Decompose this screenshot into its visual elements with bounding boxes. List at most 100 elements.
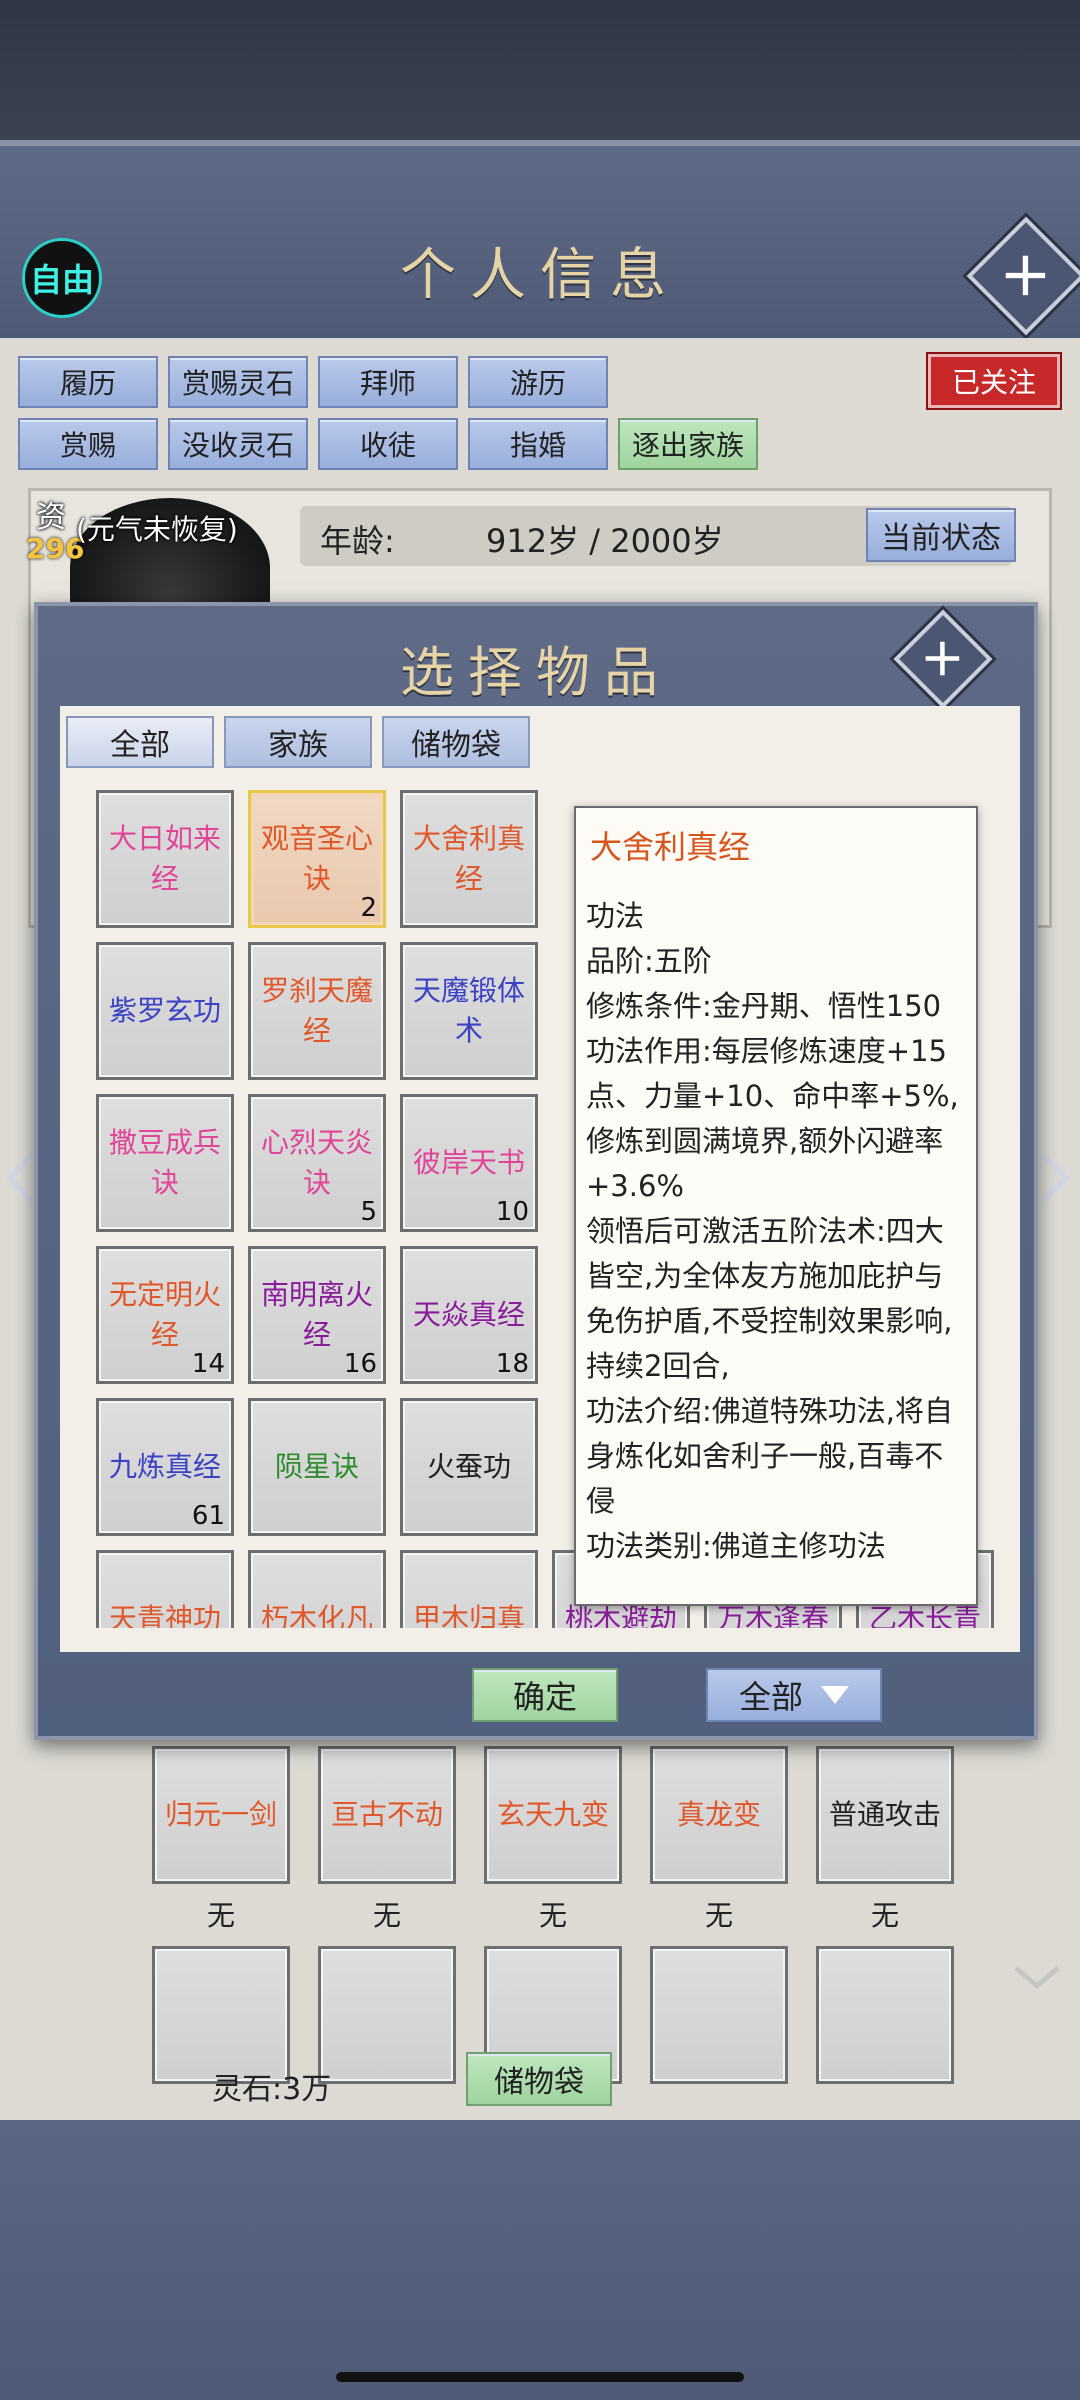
skill-slot-status: 无 [704, 1899, 733, 1932]
skill-slot-status: 无 [870, 1899, 899, 1932]
item-name: 火蚕功 [426, 1450, 511, 1483]
skill-slot-status: 无 [538, 1899, 567, 1932]
page-title: 个人信息 [400, 243, 680, 308]
confiscate-stone-button[interactable]: 没收灵石 [168, 418, 308, 470]
empty-skill-slot[interactable] [650, 1946, 788, 2084]
item-name: 罗刹天魔经 [260, 974, 373, 1047]
item-tooltip: 大舍利真经 功法 品阶:五阶 修炼条件:金丹期、悟性150 功法作用:每层修炼速… [574, 806, 978, 1606]
close-icon: ✕ [987, 237, 1065, 315]
item-cell[interactable]: 撒豆成兵诀 [96, 1094, 234, 1232]
item-cell[interactable]: 九炼真经 61 [96, 1398, 234, 1536]
item-cell[interactable]: 南明离火经 16 [248, 1246, 386, 1384]
followed-badge[interactable]: 已关注 [926, 352, 1062, 410]
item-name: 天魔锻体术 [412, 974, 525, 1047]
skill-slot[interactable]: 真龙变 [650, 1746, 788, 1884]
item-cell[interactable]: 天魔锻体术 [400, 942, 538, 1080]
item-count: 18 [495, 1349, 529, 1379]
confirm-button[interactable]: 确定 [472, 1668, 618, 1722]
item-cell[interactable]: 罗刹天魔经 [248, 942, 386, 1080]
empty-skill-slot[interactable] [318, 1946, 456, 2084]
item-area: 全部 家族 储物袋 大日如来经 观音圣心诀 2 大舍利真经紫罗玄功 罗刹天魔经 天魔锻体术… [60, 706, 1020, 1652]
take-disciple-button[interactable]: 收徒 [318, 418, 458, 470]
item-cell[interactable]: 紫罗玄功 [96, 942, 234, 1080]
item-cell[interactable]: 大舍利真经 [400, 790, 538, 928]
storage-bag-button[interactable]: 储物袋 [466, 2052, 612, 2106]
bottom-bar [0, 2120, 1080, 2400]
skill-slot[interactable]: 归元一剑 [152, 1746, 290, 1884]
skill-bar: 归元一剑 亘古不动 玄天九变 真龙变 普通攻击 无 无 无 无 无 [152, 1746, 954, 2084]
skill-name: 真龙变 [676, 1798, 761, 1831]
tooltip-title: 大舍利真经 [590, 828, 751, 866]
next-arrow-icon[interactable] [1036, 1148, 1072, 1208]
skill-name: 普通攻击 [828, 1798, 941, 1831]
tab-family[interactable]: 家族 [224, 716, 372, 768]
item-count: 16 [343, 1349, 377, 1379]
travel-button[interactable]: 游历 [468, 356, 608, 408]
item-name: 天青神功 [108, 1602, 221, 1628]
item-name: 陨星诀 [274, 1450, 359, 1483]
skill-slot-status: 无 [206, 1899, 235, 1932]
current-status-button[interactable]: 当前状态 [866, 508, 1016, 562]
item-name: 大舍利真经 [412, 822, 525, 895]
item-name: 紫罗玄功 [108, 994, 221, 1027]
empty-skill-slot[interactable] [816, 1946, 954, 2084]
modal-title: 选择物品 [400, 641, 672, 704]
item-cell[interactable]: 观音圣心诀 2 [248, 790, 386, 928]
item-count: 61 [191, 1501, 225, 1531]
close-icon: ✕ [910, 626, 976, 692]
scroll-down-icon[interactable] [1012, 1962, 1062, 1992]
item-name: 甲木归真 [412, 1602, 525, 1628]
select-item-modal: 选择物品 ✕ 全部 家族 储物袋 大日如来经 观音圣心诀 2 大舍利真经紫罗玄功 罗刹天… [34, 602, 1038, 1740]
prev-arrow-icon[interactable] [4, 1148, 38, 1208]
resume-button[interactable]: 履历 [18, 356, 158, 408]
modal-close-button[interactable]: ✕ [893, 609, 993, 709]
tab-all[interactable]: 全部 [66, 716, 214, 768]
item-count: 2 [360, 893, 377, 923]
item-name: 朽木化凡 [260, 1602, 373, 1628]
item-cell[interactable]: 火蚕功 [400, 1398, 538, 1536]
item-cell[interactable]: 甲木归真 [400, 1550, 538, 1628]
filter-label: 全部 [738, 1678, 803, 1716]
item-name: 观音圣心诀 [260, 822, 373, 895]
expel-button[interactable]: 逐出家族 [618, 418, 758, 470]
item-cell[interactable]: 心烈天炎诀 5 [248, 1094, 386, 1232]
item-name: 大日如来经 [108, 822, 221, 895]
skill-slot-status: 无 [372, 1899, 401, 1932]
skill-name: 归元一剑 [164, 1798, 277, 1831]
free-badge[interactable]: 自由 [22, 238, 102, 318]
item-name: 撒豆成兵诀 [108, 1126, 221, 1199]
item-name: 心烈天炎诀 [260, 1126, 373, 1199]
item-cell[interactable]: 天焱真经 18 [400, 1246, 538, 1384]
item-cell[interactable]: 无定明火经 14 [96, 1246, 234, 1384]
age-label: 年龄: [320, 522, 395, 560]
item-cell[interactable]: 陨星诀 [248, 1398, 386, 1536]
skill-name: 亘古不动 [330, 1798, 443, 1831]
spirit-stone-count: 灵石:3万 [212, 2072, 332, 2107]
top-band [0, 0, 1080, 140]
skill-slot[interactable]: 玄天九变 [484, 1746, 622, 1884]
skill-slot[interactable]: 亘古不动 [318, 1746, 456, 1884]
item-count: 5 [360, 1197, 377, 1227]
item-count: 14 [191, 1349, 225, 1379]
chevron-down-icon [821, 1686, 849, 1704]
close-button[interactable]: ✕ [966, 216, 1080, 336]
screen: 个人信息 自由 ✕ 履历 赏赐灵石 拜师 游历 已关注 赏赐 没收灵石 收徒 指… [0, 0, 1080, 2400]
home-indicator[interactable] [336, 2372, 744, 2382]
reward-button[interactable]: 赏赐 [18, 418, 158, 470]
marriage-button[interactable]: 指婚 [468, 418, 608, 470]
apprentice-button[interactable]: 拜师 [318, 356, 458, 408]
item-cell[interactable]: 天青神功 [96, 1550, 234, 1628]
item-cell[interactable]: 朽木化凡 [248, 1550, 386, 1628]
aptitude-label: 资 [36, 500, 66, 535]
item-cell[interactable]: 彼岸天书 10 [400, 1094, 538, 1232]
tab-storage-bag[interactable]: 储物袋 [382, 716, 530, 768]
reward-stone-button[interactable]: 赏赐灵石 [168, 356, 308, 408]
skill-name: 玄天九变 [496, 1798, 609, 1831]
vitality-note: (元气未恢复) [76, 513, 238, 546]
filter-dropdown[interactable]: 全部 [706, 1668, 882, 1722]
age-value: 912岁 / 2000岁 [486, 522, 724, 560]
tooltip-body: 功法 品阶:五阶 修炼条件:金丹期、悟性150 功法作用:每层修炼速度+15点、… [586, 899, 959, 1563]
skill-slot[interactable]: 普通攻击 [816, 1746, 954, 1884]
item-cell[interactable]: 大日如来经 [96, 790, 234, 928]
item-count: 10 [495, 1197, 529, 1227]
